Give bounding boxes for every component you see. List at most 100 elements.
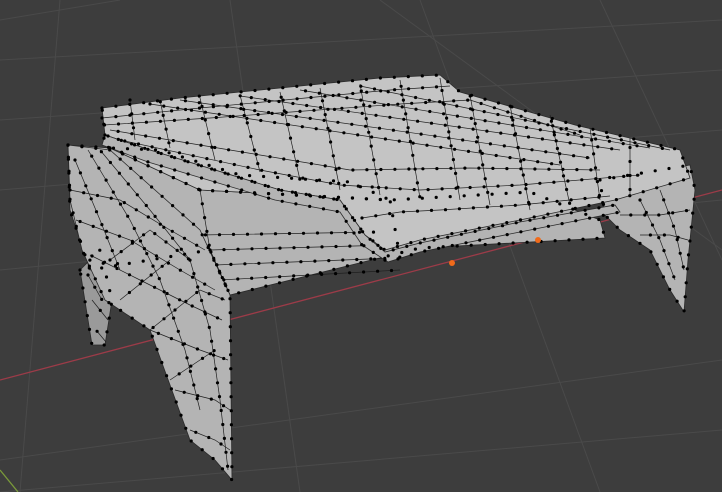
mesh-vertex[interactable]: [497, 242, 501, 246]
mesh-vertex[interactable]: [384, 196, 388, 200]
mesh-vertex[interactable]: [306, 273, 310, 277]
mesh-vertex[interactable]: [95, 329, 99, 333]
mesh-vertex[interactable]: [610, 147, 614, 151]
mesh-vertex[interactable]: [236, 175, 241, 179]
mesh-vertex[interactable]: [186, 117, 190, 121]
mesh-vertex[interactable]: [128, 98, 132, 102]
mesh-vertex[interactable]: [189, 439, 193, 443]
mesh-vertex[interactable]: [229, 367, 233, 371]
mesh-vertex[interactable]: [90, 154, 94, 158]
mesh-vertex[interactable]: [334, 167, 338, 172]
mesh-vertex[interactable]: [518, 191, 522, 195]
mesh-vertex[interactable]: [684, 209, 689, 213]
mesh-vertex[interactable]: [428, 109, 432, 114]
mesh-vertex[interactable]: [225, 105, 229, 109]
mesh-vertex[interactable]: [281, 86, 285, 90]
mesh-vertex[interactable]: [328, 129, 332, 133]
mesh-vertex[interactable]: [242, 107, 246, 111]
mesh-vertex[interactable]: [386, 254, 390, 258]
mesh-vertex[interactable]: [271, 261, 275, 265]
mesh-vertex[interactable]: [114, 115, 118, 119]
mesh-vertex[interactable]: [171, 236, 175, 240]
mesh-vertex[interactable]: [350, 79, 355, 83]
mesh-vertex[interactable]: [95, 193, 100, 198]
mesh-vertex[interactable]: [165, 374, 169, 378]
mesh-vertex[interactable]: [162, 225, 166, 229]
mesh-vertex[interactable]: [577, 124, 581, 128]
mesh-vertex[interactable]: [345, 96, 349, 100]
mesh-vertex[interactable]: [572, 154, 576, 158]
mesh-vertex[interactable]: [581, 237, 585, 241]
mesh-vertex[interactable]: [169, 337, 173, 341]
mesh-vertex[interactable]: [301, 176, 305, 180]
mesh-vertex[interactable]: [279, 95, 283, 99]
mesh-vertex[interactable]: [118, 157, 122, 161]
mesh-vertex[interactable]: [309, 162, 313, 166]
mesh-vertex[interactable]: [341, 258, 345, 262]
mesh-vertex[interactable]: [219, 408, 223, 413]
mesh-vertex[interactable]: [184, 107, 188, 112]
mesh-vertex[interactable]: [661, 275, 666, 279]
mesh-vertex[interactable]: [267, 196, 271, 200]
mesh-vertex[interactable]: [291, 101, 295, 106]
mesh-vertex[interactable]: [173, 156, 177, 160]
mesh-vertex[interactable]: [186, 160, 190, 164]
mesh-vertex[interactable]: [386, 103, 390, 107]
mesh-vertex[interactable]: [114, 104, 118, 108]
mesh-vertex[interactable]: [360, 111, 364, 115]
mesh-vertex[interactable]: [434, 195, 438, 199]
mesh-vertex[interactable]: [427, 98, 431, 102]
mesh-vertex[interactable]: [662, 249, 666, 253]
mesh-vertex[interactable]: [98, 308, 102, 312]
mesh-vertex[interactable]: [452, 99, 456, 103]
mesh-vertex[interactable]: [199, 164, 203, 168]
mesh-vertex[interactable]: [337, 80, 341, 84]
mesh-vertex[interactable]: [200, 356, 205, 360]
mesh-vertex[interactable]: [667, 211, 671, 215]
mesh-vertex[interactable]: [131, 126, 136, 130]
mesh-vertex[interactable]: [323, 94, 327, 98]
mesh-vertex[interactable]: [589, 168, 593, 172]
mesh-vertex[interactable]: [675, 299, 679, 303]
mesh-vertex[interactable]: [228, 325, 232, 329]
mesh-vertex[interactable]: [117, 234, 122, 238]
mesh-vertex[interactable]: [309, 83, 313, 87]
mesh-vertex[interactable]: [126, 182, 130, 186]
mesh-vertex[interactable]: [618, 134, 622, 138]
mesh-vertex[interactable]: [160, 360, 164, 365]
mesh-vertex[interactable]: [295, 84, 299, 88]
mesh-vertex[interactable]: [102, 123, 107, 127]
mesh-vertex[interactable]: [221, 422, 225, 427]
mesh-vertex[interactable]: [128, 102, 132, 106]
mesh-vertex[interactable]: [688, 239, 692, 243]
mesh-vertex[interactable]: [601, 213, 605, 217]
mesh-vertex[interactable]: [190, 304, 194, 308]
mesh-vertex[interactable]: [273, 232, 278, 236]
mesh-vertex[interactable]: [268, 155, 272, 159]
mesh-vertex[interactable]: [298, 177, 302, 181]
mesh-vertex[interactable]: [239, 90, 243, 94]
mesh-vertex[interactable]: [370, 185, 374, 189]
mesh-vertex[interactable]: [692, 183, 696, 187]
mesh-vertex[interactable]: [513, 133, 517, 137]
mesh-vertex[interactable]: [150, 334, 154, 338]
mesh-vertex[interactable]: [351, 216, 355, 220]
mesh-vertex[interactable]: [286, 123, 291, 127]
mesh-vertex[interactable]: [250, 276, 254, 280]
mesh-vertex[interactable]: [441, 101, 445, 105]
mesh-vertex[interactable]: [689, 170, 693, 174]
mesh-vertex[interactable]: [504, 191, 508, 195]
mesh-vertex[interactable]: [583, 208, 587, 212]
mesh-vertex[interactable]: [308, 204, 312, 208]
mesh-vertex[interactable]: [84, 184, 88, 188]
mesh-vertex[interactable]: [506, 110, 510, 114]
mesh-vertex[interactable]: [485, 205, 489, 209]
mesh-vertex[interactable]: [574, 219, 578, 223]
mesh-vertex[interactable]: [100, 116, 104, 120]
mesh-vertex[interactable]: [154, 254, 158, 258]
mesh-vertex[interactable]: [365, 90, 369, 94]
mesh-vertex[interactable]: [83, 300, 87, 304]
mesh-vertex[interactable]: [157, 277, 161, 281]
mesh-vertex[interactable]: [126, 214, 130, 218]
mesh-vertex[interactable]: [560, 209, 564, 213]
